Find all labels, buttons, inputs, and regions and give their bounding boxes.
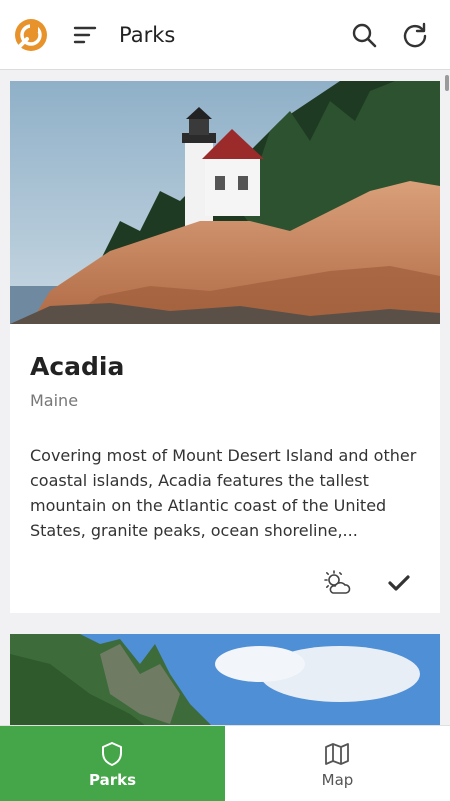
- partly-cloudy-icon[interactable]: [323, 569, 351, 597]
- park-list[interactable]: Acadia Maine Covering most of Mount Dese…: [0, 71, 450, 725]
- wrench-logo-icon[interactable]: [14, 18, 48, 52]
- menu-icon[interactable]: [72, 22, 98, 48]
- app-header: Parks: [0, 0, 450, 70]
- tab-map-label: Map: [321, 771, 354, 789]
- shield-icon: [102, 742, 122, 766]
- park-state: Maine: [30, 391, 79, 410]
- tab-map[interactable]: Map: [225, 726, 450, 801]
- check-icon[interactable]: [387, 571, 411, 595]
- refresh-icon[interactable]: [401, 21, 431, 51]
- bottom-nav: Parks Map: [0, 725, 450, 801]
- search-icon[interactable]: [350, 21, 378, 49]
- park-name: Acadia: [30, 352, 125, 381]
- park-description: Covering most of Mount Desert Island and…: [30, 446, 417, 540]
- page-title: Parks: [119, 23, 176, 47]
- park-photo: [10, 634, 440, 725]
- map-icon: [325, 743, 349, 765]
- tab-parks-label: Parks: [88, 771, 136, 789]
- park-photo: [10, 81, 440, 324]
- park-card[interactable]: Acadia Maine Covering most of Mount Dese…: [10, 81, 440, 613]
- scrollbar[interactable]: [445, 75, 449, 91]
- tab-parks[interactable]: Parks: [0, 726, 225, 801]
- park-card[interactable]: [10, 634, 440, 725]
